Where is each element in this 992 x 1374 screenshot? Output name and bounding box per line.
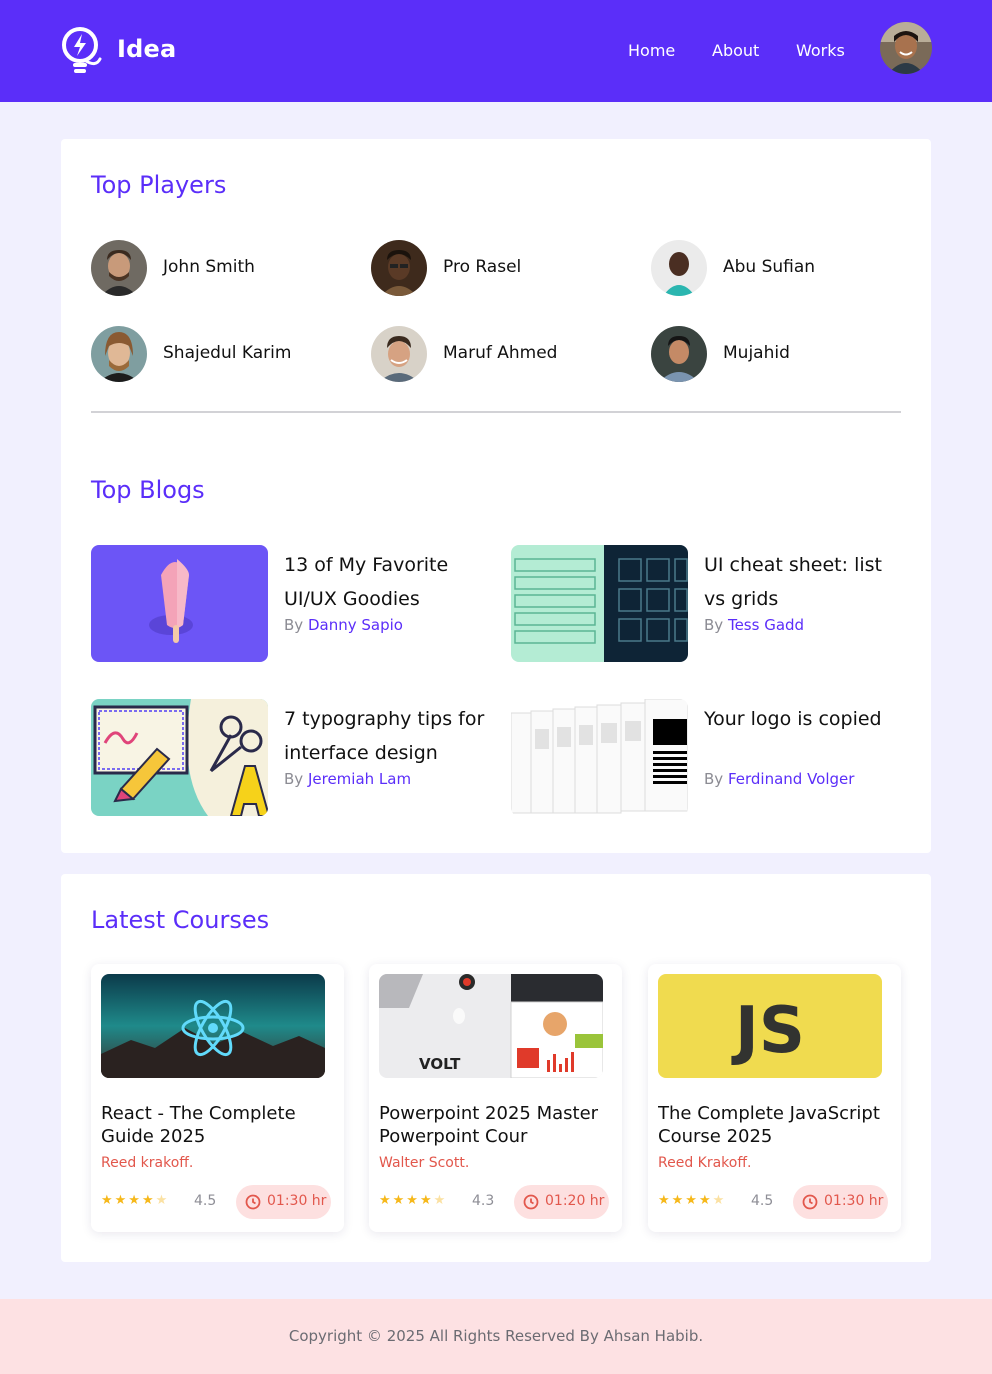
rating-value: 4.5 xyxy=(194,1193,217,1209)
player-name: Shajedul Karim xyxy=(163,343,292,363)
duration-badge: 01:30 hr xyxy=(793,1185,888,1219)
nav-link-about[interactable]: About xyxy=(712,41,759,60)
blog-byline: By Jeremiah Lam xyxy=(284,770,411,788)
player-avatar xyxy=(371,240,427,296)
section-divider xyxy=(91,411,901,413)
blog-author[interactable]: Ferdinand Volger xyxy=(728,770,854,788)
blog-author[interactable]: Jeremiah Lam xyxy=(308,770,411,788)
player-item[interactable]: Mujahid xyxy=(651,326,911,382)
player-item[interactable]: Pro Rasel xyxy=(371,240,631,296)
duration-text: 01:30 hr xyxy=(824,1193,884,1209)
rating-stars: ★★★★★ xyxy=(379,1193,447,1208)
user-avatar[interactable] xyxy=(880,22,932,74)
clock-icon xyxy=(523,1194,539,1210)
blog-byline: By Ferdinand Volger xyxy=(704,770,854,788)
blog-thumbnail[interactable] xyxy=(511,699,688,816)
course-title[interactable]: Powerpoint 2025 Master Powerpoint Cour xyxy=(379,1102,615,1150)
blog-item[interactable]: UI cheat sheet: list vs grids By Tess Ga… xyxy=(511,545,911,663)
blog-byline: By Tess Gadd xyxy=(704,616,804,634)
blog-item[interactable]: 7 typography tips for interface design B… xyxy=(91,699,491,817)
lightbulb-logo-icon[interactable] xyxy=(60,25,102,77)
blog-title[interactable]: UI cheat sheet: list vs grids xyxy=(704,548,909,616)
top-blogs-title: Top Blogs xyxy=(91,476,205,504)
course-author: Reed Krakoff. xyxy=(658,1155,752,1171)
star-icons-filled: ★★★★ xyxy=(379,1193,434,1208)
course-image[interactable]: JS xyxy=(658,974,882,1078)
course-author: Walter Scott. xyxy=(379,1155,470,1171)
player-name: Maruf Ahmed xyxy=(443,343,558,363)
blog-author[interactable]: Danny Sapio xyxy=(308,616,403,634)
blog-thumbnail[interactable] xyxy=(91,545,268,662)
nav-link-home[interactable]: Home xyxy=(628,41,675,60)
player-item[interactable]: Shajedul Karim xyxy=(91,326,351,382)
by-label: By xyxy=(704,616,724,634)
star-icons-filled: ★★★★ xyxy=(658,1193,713,1208)
by-label: By xyxy=(704,770,724,788)
copyright-text: Copyright © 2025 All Rights Reserved By … xyxy=(288,1327,704,1345)
top-players-title: Top Players xyxy=(91,171,227,199)
duration-badge: 01:20 hr xyxy=(514,1185,609,1219)
blog-item[interactable]: Your logo is copied By Ferdinand Volger xyxy=(511,699,911,817)
rating-value: 4.5 xyxy=(751,1193,774,1209)
clock-icon xyxy=(802,1194,818,1210)
blog-title[interactable]: 13 of My Favorite UI/UX Goodies xyxy=(284,548,489,616)
latest-courses-title: Latest Courses xyxy=(91,906,270,934)
blog-author[interactable]: Tess Gadd xyxy=(728,616,804,634)
player-item[interactable]: Abu Sufian xyxy=(651,240,911,296)
course-title[interactable]: The Complete JavaScript Course 2025 xyxy=(658,1102,894,1150)
star-icon-empty: ★ xyxy=(155,1193,170,1208)
duration-text: 01:20 hr xyxy=(545,1193,605,1209)
blog-thumbnail[interactable] xyxy=(91,699,268,816)
brand-name[interactable]: Idea xyxy=(117,35,176,63)
player-name: John Smith xyxy=(163,257,255,277)
course-card[interactable]: JS The Complete JavaScript Course 2025 R… xyxy=(648,964,901,1232)
course-title[interactable]: React - The Complete Guide 2025 xyxy=(101,1102,337,1150)
duration-text: 01:30 hr xyxy=(267,1193,327,1209)
clock-icon xyxy=(245,1194,261,1210)
player-item[interactable]: Maruf Ahmed xyxy=(371,326,631,382)
player-name: Abu Sufian xyxy=(723,257,816,277)
course-image[interactable] xyxy=(101,974,325,1078)
rating-stars: ★★★★★ xyxy=(101,1193,169,1208)
volt-label: VOLT xyxy=(419,1055,461,1073)
star-icon-empty: ★ xyxy=(433,1193,448,1208)
latest-courses-card: Latest Courses React - The Complete Guid… xyxy=(61,874,931,1262)
rating-value: 4.3 xyxy=(472,1193,495,1209)
nav-link-works[interactable]: Works xyxy=(796,41,845,60)
by-label: By xyxy=(284,770,304,788)
course-author: Reed krakoff. xyxy=(101,1155,194,1171)
blog-byline: By Danny Sapio xyxy=(284,616,403,634)
site-header: Idea Home About Works xyxy=(0,0,992,102)
star-icons-filled: ★★★★ xyxy=(101,1193,156,1208)
duration-badge: 01:30 hr xyxy=(236,1185,331,1219)
player-avatar xyxy=(651,240,707,296)
star-icon-empty: ★ xyxy=(712,1193,727,1208)
blog-item[interactable]: 13 of My Favorite UI/UX Goodies By Danny… xyxy=(91,545,491,663)
blog-title[interactable]: 7 typography tips for interface design xyxy=(284,702,489,770)
player-name: Mujahid xyxy=(723,343,790,363)
player-name: Pro Rasel xyxy=(443,257,522,277)
course-card[interactable]: React - The Complete Guide 2025 Reed kra… xyxy=(91,964,344,1232)
course-image[interactable]: VOLT xyxy=(379,974,603,1078)
players-blogs-card: Top Players John Smith Pro Rasel Abu Suf… xyxy=(61,139,931,853)
rating-stars: ★★★★★ xyxy=(658,1193,726,1208)
course-card[interactable]: VOLT Powerpoint 2025 Master Powerpoint C… xyxy=(369,964,622,1232)
blog-thumbnail[interactable] xyxy=(511,545,688,662)
site-footer: Copyright © 2025 All Rights Reserved By … xyxy=(0,1299,992,1374)
js-logo-text: JS xyxy=(731,994,805,1068)
player-avatar xyxy=(91,240,147,296)
by-label: By xyxy=(284,616,304,634)
player-avatar xyxy=(371,326,427,382)
player-item[interactable]: John Smith xyxy=(91,240,351,296)
player-avatar xyxy=(651,326,707,382)
player-avatar xyxy=(91,326,147,382)
blog-title[interactable]: Your logo is copied xyxy=(704,702,909,736)
